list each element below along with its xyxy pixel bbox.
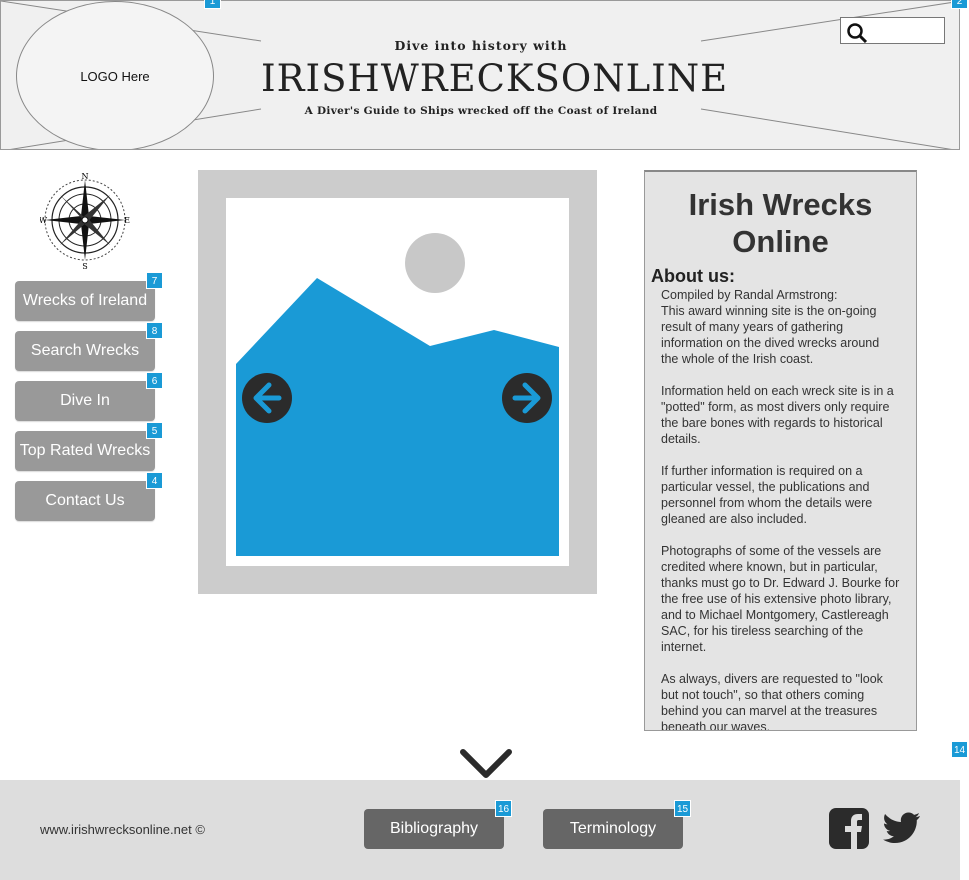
site-name: IRISHWRECKSONLINE — [261, 57, 729, 100]
annotation-badge: 1 — [204, 0, 221, 9]
compass-icon: N S W E — [40, 172, 130, 270]
annotation-badge: 15 — [674, 800, 691, 817]
search-box[interactable] — [840, 17, 945, 44]
about-panel: Irish Wrecks Online About us: Compiled b… — [644, 170, 917, 731]
about-title: Irish Wrecks Online — [645, 186, 916, 260]
nav-dive-in-button[interactable]: Dive In — [15, 381, 155, 421]
logo-placeholder[interactable]: LOGO Here — [16, 1, 214, 149]
terminology-button[interactable]: Terminology — [543, 809, 683, 849]
search-input[interactable] — [873, 22, 941, 40]
tagline-top: Dive into history with — [394, 38, 568, 53]
tagline-sub: A Diver's Guide to Ships wrecked off the… — [304, 105, 658, 117]
nav-label: Wrecks of Ireland — [22, 292, 148, 309]
nav-wrecks-of-ireland-button[interactable]: Wrecks of Ireland — [15, 281, 155, 321]
logo-text: LOGO Here — [80, 68, 150, 84]
svg-text:E: E — [124, 216, 130, 225]
nav-label: Search Wrecks — [30, 342, 140, 359]
arrow-right-icon[interactable] — [501, 372, 553, 424]
nav-contact-us-button[interactable]: Contact Us — [15, 481, 155, 521]
annotation-badge: 16 — [495, 800, 512, 817]
about-paragraph: This award winning site is the on-going … — [661, 304, 880, 366]
about-paragraph: Photographs of some of the vessels are c… — [661, 544, 900, 654]
annotation-badge: 14 — [951, 741, 968, 758]
chevron-down-icon[interactable] — [459, 747, 513, 781]
site-header: LOGO Here Dive into history with IRISHWR… — [0, 0, 960, 150]
bibliography-button[interactable]: Bibliography — [364, 809, 504, 849]
copyright-text: www.irishwrecksonline.net © — [40, 822, 205, 837]
annotation-badge: 4 — [146, 472, 163, 489]
about-paragraph: As always, divers are requested to "look… — [661, 672, 883, 731]
facebook-icon[interactable] — [829, 808, 869, 849]
twitter-icon[interactable] — [883, 812, 921, 844]
site-footer: www.irishwrecksonline.net © Bibliography… — [0, 780, 960, 880]
about-credit: Compiled by Randal Armstrong: — [661, 288, 838, 302]
about-title-line2: Online — [732, 224, 829, 259]
annotation-badge: 6 — [146, 372, 163, 389]
svg-text:S: S — [82, 262, 87, 270]
image-carousel — [198, 170, 597, 594]
about-paragraph: Information held on each wreck site is i… — [661, 384, 894, 446]
annotation-badge: 8 — [146, 322, 163, 339]
annotation-badge: 5 — [146, 422, 163, 439]
nav-top-rated-wrecks-button[interactable]: Top Rated Wrecks — [15, 431, 155, 471]
svg-text:W: W — [40, 216, 48, 225]
search-icon[interactable] — [847, 23, 869, 43]
nav-label: Contact Us — [45, 492, 125, 509]
about-paragraph: If further information is required on a … — [661, 464, 873, 526]
nav-label: Top Rated Wrecks — [19, 442, 151, 459]
nav-search-wrecks-button[interactable]: Search Wrecks — [15, 331, 155, 371]
annotation-badge: 2 — [951, 0, 968, 9]
about-heading: About us: — [651, 266, 735, 286]
bibliography-label: Bibliography — [389, 820, 479, 837]
arrow-left-icon[interactable] — [241, 372, 293, 424]
terminology-label: Terminology — [569, 820, 657, 837]
svg-text:N: N — [82, 172, 89, 181]
nav-label: Dive In — [60, 392, 110, 409]
annotation-badge: 7 — [146, 272, 163, 289]
about-title-line1: Irish Wrecks — [688, 187, 873, 222]
